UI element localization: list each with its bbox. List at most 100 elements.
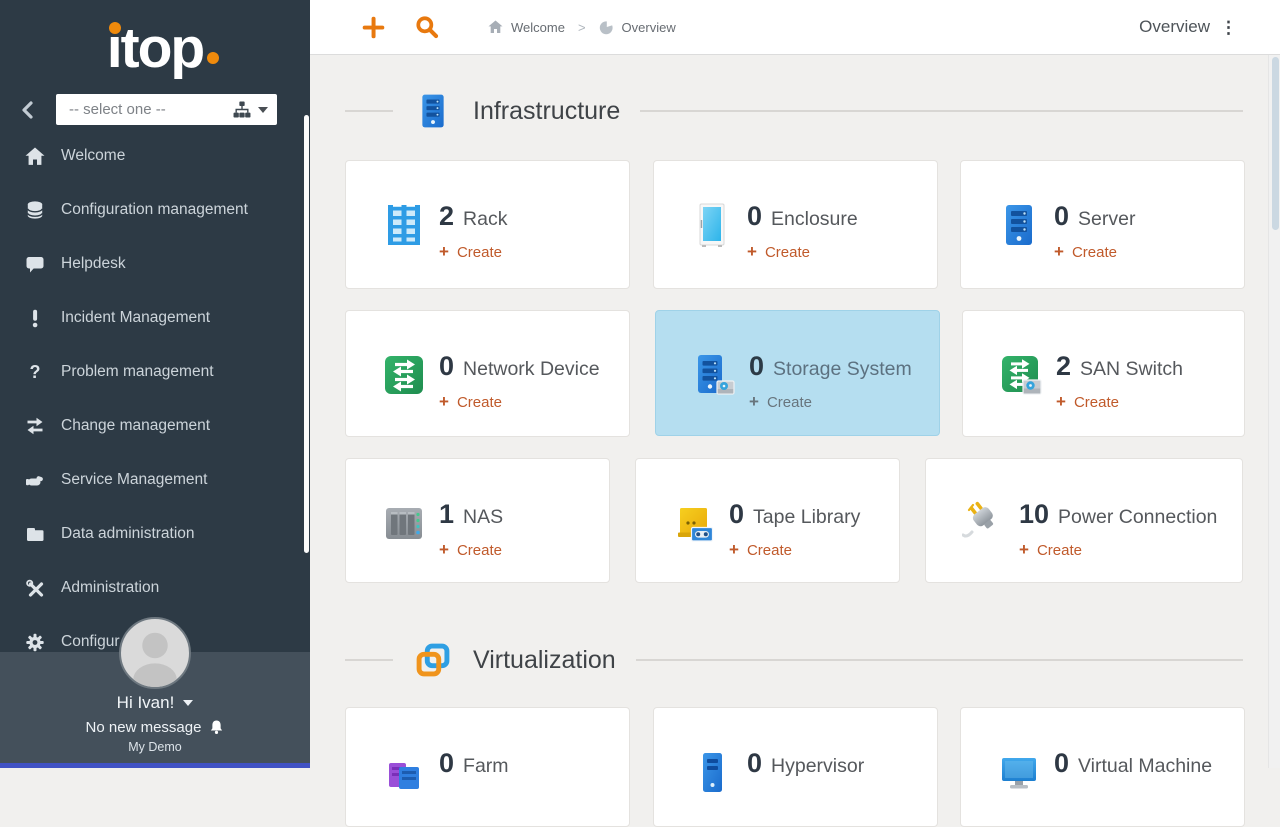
card-label: Virtual Machine bbox=[1078, 755, 1213, 777]
bell-icon bbox=[211, 720, 223, 734]
logo-period-dot bbox=[207, 52, 220, 64]
section-infrastructure: Infrastructure bbox=[345, 85, 1243, 137]
avatar[interactable] bbox=[119, 617, 191, 689]
count: 0 bbox=[439, 748, 455, 778]
sidebar-item-configuration-management[interactable]: Configuration management bbox=[0, 183, 310, 237]
create-link[interactable]: + Create bbox=[439, 242, 507, 262]
farm-icon bbox=[389, 763, 419, 789]
plus-icon: + bbox=[1056, 392, 1066, 411]
card-network-device[interactable]: 0 Network Device + Create bbox=[345, 310, 630, 437]
card-nas[interactable]: 1 NAS + Create bbox=[345, 458, 610, 583]
card-label: SAN Switch bbox=[1080, 358, 1183, 380]
card-label: Rack bbox=[463, 208, 508, 230]
card-enclosure[interactable]: 0 Enclosure + Create bbox=[653, 160, 938, 289]
card-label: Power Connection bbox=[1058, 506, 1218, 528]
sidebar-item-label: Service Management bbox=[61, 471, 208, 488]
card-power-connection[interactable]: 10 Power Connection + Create bbox=[925, 458, 1243, 583]
create-link[interactable]: + Create bbox=[1056, 392, 1183, 412]
sidebar-scrollbar[interactable] bbox=[304, 115, 309, 553]
sidebar-item-service-management[interactable]: Service Management bbox=[0, 453, 310, 507]
count: 0 bbox=[1054, 201, 1070, 231]
breadcrumb: Welcome > Overview bbox=[488, 20, 676, 35]
chevron-left-icon bbox=[22, 101, 33, 119]
create-link[interactable]: + Create bbox=[747, 242, 858, 262]
chevron-down-icon bbox=[258, 106, 268, 113]
quick-create-button[interactable] bbox=[360, 14, 386, 40]
card-rack[interactable]: 2 Rack + Create bbox=[345, 160, 630, 289]
create-link[interactable]: + Create bbox=[749, 392, 912, 412]
logo-i-dot bbox=[108, 22, 121, 34]
hypervisor-icon bbox=[703, 753, 722, 792]
environment-label: My Demo bbox=[128, 740, 182, 754]
divider bbox=[345, 110, 393, 112]
sidebar-bottom-strip bbox=[0, 763, 310, 768]
enclosure-icon bbox=[699, 203, 725, 247]
pie-chart-icon bbox=[599, 19, 613, 34]
organization-select[interactable]: -- select one -- bbox=[56, 94, 277, 125]
sidebar-item-data-administration[interactable]: Data administration bbox=[0, 507, 310, 561]
section-title: Virtualization bbox=[473, 645, 616, 674]
sidebar-item-welcome[interactable]: Welcome bbox=[0, 129, 310, 183]
card-storage-system[interactable]: 0 Storage System + Create bbox=[655, 310, 940, 436]
card-label: Server bbox=[1078, 208, 1136, 230]
create-link[interactable]: + Create bbox=[1054, 242, 1135, 262]
section-title: Infrastructure bbox=[473, 96, 621, 125]
main-scrollbar-thumb[interactable] bbox=[1271, 57, 1279, 230]
kebab-menu-icon[interactable]: ⋮ bbox=[1220, 19, 1237, 36]
gear-icon bbox=[26, 633, 44, 651]
card-label: Enclosure bbox=[771, 208, 858, 230]
section-virtualization: Virtualization bbox=[345, 634, 1243, 686]
itop-logo[interactable]: ıtop bbox=[0, 6, 310, 90]
sidebar-item-administration[interactable]: Administration bbox=[0, 561, 310, 615]
card-label: Storage System bbox=[773, 358, 912, 380]
sidebar-item-problem-management[interactable]: ? Problem management bbox=[0, 345, 310, 399]
plus-icon: + bbox=[439, 540, 449, 559]
breadcrumb-welcome[interactable]: Welcome bbox=[488, 20, 565, 35]
virtualization-icon bbox=[416, 643, 450, 677]
greeting-text: Hi Ivan! bbox=[116, 693, 175, 712]
sidebar-item-label: Configuration management bbox=[61, 201, 248, 218]
sidebar-item-change-management[interactable]: Change management bbox=[0, 399, 310, 453]
create-link[interactable]: + Create bbox=[439, 392, 600, 412]
comment-icon bbox=[26, 256, 44, 272]
breadcrumb-overview[interactable]: Overview bbox=[599, 20, 676, 35]
card-server[interactable]: 0 Server + Create bbox=[960, 160, 1245, 289]
card-virtual-machine[interactable]: 0 Virtual Machine bbox=[960, 707, 1245, 827]
sidebar-item-label: Incident Management bbox=[61, 309, 211, 326]
server-icon bbox=[422, 94, 444, 128]
create-link[interactable]: + Create bbox=[439, 540, 503, 560]
card-san-switch[interactable]: 2 SAN Switch + Create bbox=[962, 310, 1245, 437]
card-label: Farm bbox=[463, 755, 509, 777]
sidebar-item-helpdesk[interactable]: Helpdesk bbox=[0, 237, 310, 291]
san-switch-icon bbox=[1002, 356, 1042, 395]
notifications[interactable]: No new message bbox=[0, 718, 310, 736]
sidebar-item-incident-management[interactable]: Incident Management bbox=[0, 291, 310, 345]
card-hypervisor[interactable]: 0 Hypervisor bbox=[653, 707, 938, 827]
organization-select-value: -- select one -- bbox=[69, 101, 166, 118]
sidebar-collapse-button[interactable] bbox=[14, 97, 42, 123]
plus-icon: + bbox=[439, 242, 449, 261]
plus-icon: + bbox=[1054, 242, 1064, 261]
rack-icon bbox=[388, 205, 420, 245]
divider bbox=[635, 659, 1243, 661]
notifications-text: No new message bbox=[85, 718, 202, 736]
folder-icon bbox=[27, 527, 44, 541]
page-title: Overview bbox=[1139, 17, 1210, 36]
caret-down-icon bbox=[183, 700, 194, 706]
sidebar-item-label: Welcome bbox=[61, 147, 126, 164]
create-link[interactable]: + Create bbox=[729, 540, 860, 560]
sidebar-item-label: Configur bbox=[61, 633, 120, 650]
card-farm[interactable]: 0 Farm bbox=[345, 707, 630, 827]
plus-icon bbox=[362, 16, 384, 38]
server-icon bbox=[1006, 205, 1032, 245]
card-label: Tape Library bbox=[753, 506, 861, 528]
card-label: NAS bbox=[463, 506, 504, 528]
sidebar: ıtop -- select one -- Welcome Configurat… bbox=[0, 0, 310, 768]
divider bbox=[640, 110, 1243, 112]
search-icon bbox=[416, 16, 439, 39]
handshake-icon bbox=[26, 475, 43, 485]
create-link[interactable]: + Create bbox=[1019, 540, 1217, 560]
search-button[interactable] bbox=[414, 14, 440, 40]
card-tape-library[interactable]: 0 Tape Library + Create bbox=[635, 458, 900, 583]
user-greeting[interactable]: Hi Ivan! bbox=[0, 693, 310, 713]
